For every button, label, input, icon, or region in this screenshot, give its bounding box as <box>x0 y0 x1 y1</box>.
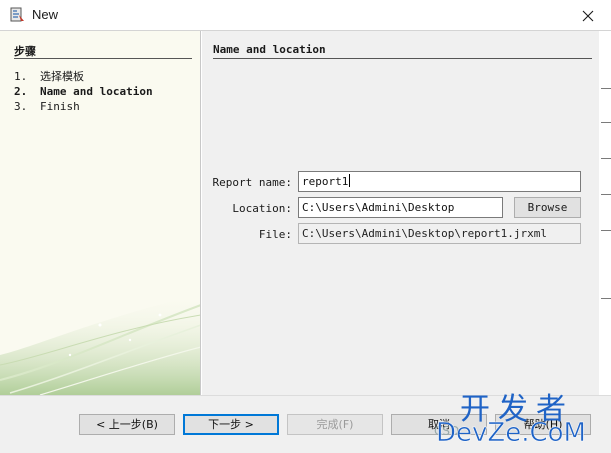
report-name-label: Report name: <box>212 176 292 189</box>
content-panel: Name and location Report name: report1 L… <box>202 31 599 395</box>
background-window-edge <box>599 31 611 395</box>
button-bar: < 上一步(B) 下一步 > 完成(F) 取消 帮助(H) <box>0 395 611 453</box>
file-label: File: <box>258 228 292 241</box>
file-path-field: C:\Users\Admini\Desktop\report1.jrxml <box>298 223 581 244</box>
step-item: 1. 选择模板 <box>14 70 84 83</box>
cancel-button[interactable]: 取消 <box>391 414 487 435</box>
location-label: Location: <box>232 202 292 215</box>
decorative-swoosh-graphic <box>0 293 200 395</box>
edge-line <box>601 298 611 299</box>
text-caret <box>349 174 351 187</box>
close-button[interactable] <box>565 0 611 31</box>
edge-line <box>601 230 611 231</box>
edge-line <box>601 88 611 89</box>
step-item: 3. Finish <box>14 100 80 113</box>
page-title: Name and location <box>213 43 326 56</box>
close-icon <box>582 10 594 21</box>
edge-line <box>601 122 611 123</box>
step-item-current: 2. Name and location <box>14 85 153 98</box>
window-title: New <box>32 7 59 22</box>
edge-line <box>601 194 611 195</box>
app-icon <box>10 7 24 22</box>
report-name-input[interactable]: report1 <box>298 171 581 192</box>
title-bar: New <box>0 0 611 31</box>
help-button[interactable]: 帮助(H) <box>495 414 591 435</box>
steps-panel: 步骤 1. 选择模板 2. Name and location 3. Finish <box>0 31 201 395</box>
finish-button[interactable]: 完成(F) <box>287 414 383 435</box>
steps-divider <box>14 58 192 59</box>
location-input[interactable]: C:\Users\Admini\Desktop <box>298 197 503 218</box>
steps-heading: 步骤 <box>14 45 36 58</box>
browse-button[interactable]: Browse <box>514 197 581 218</box>
content-divider <box>213 58 592 59</box>
edge-line <box>601 158 611 159</box>
back-button[interactable]: < 上一步(B) <box>79 414 175 435</box>
steps-list: 1. 选择模板 2. Name and location 3. Finish <box>14 69 153 114</box>
next-button[interactable]: 下一步 > <box>183 414 279 435</box>
